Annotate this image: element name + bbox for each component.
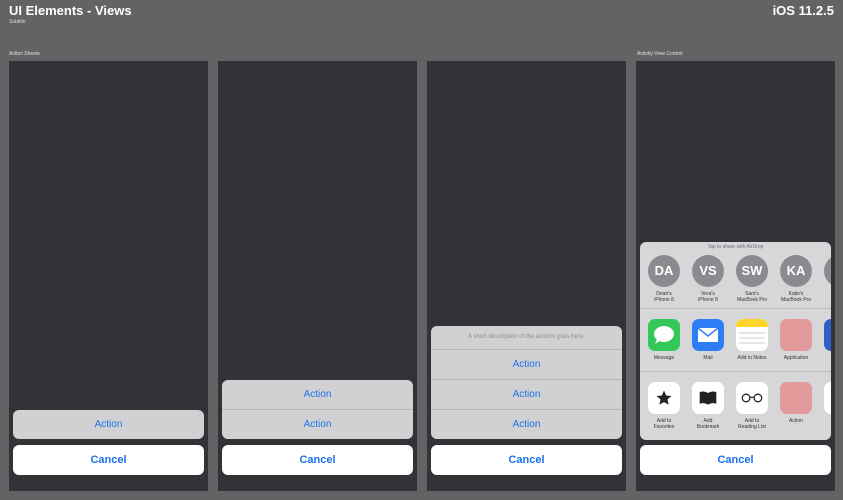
share-app-message[interactable]: Message bbox=[642, 319, 686, 361]
app-label: Message bbox=[653, 355, 675, 361]
airdrop-person-partial[interactable] bbox=[818, 255, 831, 287]
cancel-button[interactable]: Cancel bbox=[431, 445, 622, 475]
avatar: DA bbox=[648, 255, 680, 287]
mail-icon bbox=[692, 319, 724, 351]
action-sheet-group: A short description of the actions goes … bbox=[431, 326, 622, 439]
action-button[interactable]: Action bbox=[431, 409, 622, 439]
person-device: MacBook Pro bbox=[736, 297, 767, 303]
person-device: MacBook Pro bbox=[780, 297, 811, 303]
action-label: Favorites bbox=[653, 424, 675, 430]
share-app-notes[interactable]: Add to Notes bbox=[730, 319, 774, 361]
avatar: SW bbox=[736, 255, 768, 287]
app-icon bbox=[824, 319, 831, 351]
action-button[interactable]: Action bbox=[13, 410, 204, 439]
action-add-to-reading-list[interactable]: Add to Reading List bbox=[730, 382, 774, 430]
action-sheet-group: Action Action bbox=[222, 380, 413, 439]
avatar: KA bbox=[780, 255, 812, 287]
airdrop-person-dean[interactable]: DA Dean's iPhone 8 bbox=[642, 255, 686, 303]
action-sheet-description: A short description of the actions goes … bbox=[431, 326, 622, 350]
action-sheet-panel-2: Action Action Cancel bbox=[218, 61, 417, 491]
cancel-button[interactable]: Cancel bbox=[640, 445, 831, 475]
action-button[interactable]: Action bbox=[222, 380, 413, 409]
activity-view: Tap to share with AirDrop DA Dean's iPhon… bbox=[640, 242, 831, 440]
cancel-button[interactable]: Cancel bbox=[13, 445, 204, 475]
glasses-icon bbox=[736, 382, 768, 414]
page-title: UI Elements - Views bbox=[9, 3, 132, 18]
action-generic[interactable]: Action bbox=[774, 382, 818, 424]
avatar bbox=[824, 255, 831, 287]
action-label: Reading List bbox=[738, 424, 766, 430]
avatar: VS bbox=[692, 255, 724, 287]
share-app-partial[interactable] bbox=[818, 319, 831, 351]
airdrop-person-katie[interactable]: KA Katie's MacBook Pro bbox=[774, 255, 818, 303]
action-add-to-favorites[interactable]: Add to Favorites bbox=[642, 382, 686, 430]
airdrop-person-sam[interactable]: SW Sam's MacBook Pro bbox=[730, 255, 774, 303]
section-label-action-sheets: Action Sheets bbox=[9, 51, 40, 57]
share-app-mail[interactable]: Mail bbox=[686, 319, 730, 361]
action-button[interactable]: Action bbox=[431, 350, 622, 379]
activity-view-panel: Tap to share with AirDrop DA Dean's iPhon… bbox=[636, 61, 835, 491]
airdrop-people-row[interactable]: DA Dean's iPhone 8 VS Vera's iPhone 8 SW S… bbox=[640, 253, 831, 309]
cancel-button[interactable]: Cancel bbox=[222, 445, 413, 475]
action-partial[interactable] bbox=[818, 382, 831, 414]
message-icon bbox=[648, 319, 680, 351]
app-label: Application bbox=[783, 355, 809, 361]
action-button[interactable]: Action bbox=[222, 409, 413, 439]
star-icon bbox=[648, 382, 680, 414]
page-subtitle: Subtitle bbox=[9, 19, 26, 25]
action-icon bbox=[824, 382, 831, 414]
book-icon bbox=[692, 382, 724, 414]
action-sheet-panel-1: Action Cancel bbox=[9, 61, 208, 491]
section-label-activity-view: Activity View Control bbox=[637, 51, 683, 57]
airdrop-person-vera[interactable]: VS Vera's iPhone 8 bbox=[686, 255, 730, 303]
airdrop-hint: Tap to share with AirDrop bbox=[707, 244, 764, 250]
action-icon bbox=[780, 382, 812, 414]
share-apps-row[interactable]: Message Mail Add to Notes Application bbox=[640, 309, 831, 372]
person-device: iPhone 8 bbox=[654, 297, 674, 303]
person-device: iPhone 8 bbox=[698, 297, 718, 303]
action-label: Action bbox=[789, 418, 803, 424]
action-sheet-panel-3: A short description of the actions goes … bbox=[427, 61, 626, 491]
action-sheet-group: Action bbox=[13, 410, 204, 439]
share-actions-row[interactable]: Add to Favorites Add Bookmark Add to Readin… bbox=[640, 372, 831, 440]
action-label: Bookmark bbox=[696, 424, 720, 430]
notes-icon bbox=[736, 319, 768, 351]
application-icon bbox=[780, 319, 812, 351]
app-label: Add to Notes bbox=[737, 355, 767, 361]
share-app-application[interactable]: Application bbox=[774, 319, 818, 361]
action-button[interactable]: Action bbox=[431, 379, 622, 409]
action-add-bookmark[interactable]: Add Bookmark bbox=[686, 382, 730, 430]
app-label: Mail bbox=[703, 355, 713, 361]
ios-version-label: iOS 11.2.5 bbox=[772, 3, 834, 18]
